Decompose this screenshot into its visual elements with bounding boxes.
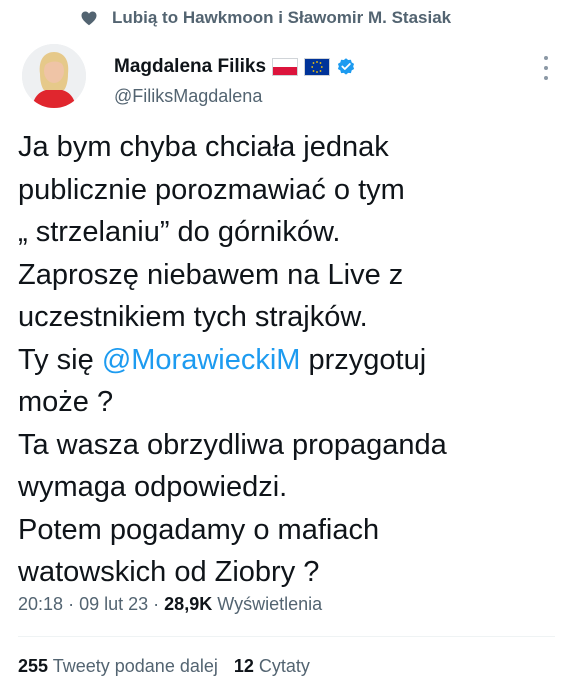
author-display-name[interactable]: Magdalena Filiks bbox=[114, 56, 266, 78]
flag-poland-icon bbox=[272, 58, 299, 76]
views-label: Wyświetlenia bbox=[217, 594, 323, 614]
verified-badge-icon[interactable] bbox=[336, 57, 356, 77]
tweet-text-segment: przygotuj bbox=[300, 343, 427, 376]
tweet-line: Ja bym chyba chciała jednak bbox=[18, 131, 389, 163]
tweet-line: „ strzelaniu” do górników. bbox=[18, 216, 341, 248]
heart-icon bbox=[80, 9, 98, 27]
tweet-line: Ta wasza obrzydliwa propaganda bbox=[18, 428, 447, 461]
tweet-line: uczestnikiem tych strajków. bbox=[18, 301, 368, 333]
tweet-line: watowskich od Ziobry ? bbox=[18, 556, 320, 588]
quotes-label: Cytaty bbox=[258, 656, 310, 676]
tweet-time[interactable]: 20:18 bbox=[18, 594, 63, 614]
author-block: Magdalena Filiks @FiliksMagdalena bbox=[114, 54, 356, 107]
retweets-count: 255 bbox=[18, 656, 49, 676]
tweet-text-segment: Ty się bbox=[18, 343, 102, 376]
tweet-line: może ? bbox=[18, 386, 114, 418]
avatar[interactable] bbox=[22, 44, 86, 108]
more-options-icon[interactable] bbox=[543, 56, 549, 80]
retweets-stat[interactable]: 255 Tweety podane dalej bbox=[18, 656, 218, 676]
author-handle[interactable]: @FiliksMagdalena bbox=[114, 86, 356, 107]
quotes-count: 12 bbox=[233, 656, 254, 676]
tweet-text: Ja bym chyba chciała jednak publicznie p… bbox=[18, 126, 558, 594]
meta-separator: · bbox=[68, 594, 75, 614]
tweet-meta: 20:18 · 09 lut 23 · 28,9K Wyświetlenia bbox=[18, 594, 322, 615]
tweet-line: wymaga odpowiedzi. bbox=[18, 471, 288, 503]
tweet-line: publicznie porozmawiać o tym bbox=[18, 173, 405, 206]
author-name-row: Magdalena Filiks bbox=[114, 54, 356, 80]
retweets-label: Tweety podane dalej bbox=[52, 656, 218, 676]
social-context: Lubią to Hawkmoon i Sławomir M. Stasiak bbox=[80, 6, 451, 30]
tweet-line: Potem pogadamy o mafiach bbox=[18, 513, 380, 546]
tweet-line-with-mention: Ty się @MorawieckiM przygotuj bbox=[18, 339, 558, 382]
social-context-text[interactable]: Lubią to Hawkmoon i Sławomir M. Stasiak bbox=[112, 8, 451, 28]
mention-link[interactable]: @MorawieckiM bbox=[102, 344, 301, 376]
divider bbox=[18, 636, 555, 637]
meta-separator: · bbox=[153, 594, 160, 614]
tweet-stats: 255 Tweety podane dalej 12 Cytaty bbox=[18, 656, 310, 677]
quotes-stat[interactable]: 12 Cytaty bbox=[234, 656, 310, 676]
flag-eu-icon bbox=[304, 58, 331, 76]
tweet-date[interactable]: 09 lut 23 bbox=[79, 594, 148, 614]
views-count: 28,9K bbox=[164, 594, 213, 614]
tweet-line: Zaproszę niebawem na Live z bbox=[18, 258, 404, 291]
